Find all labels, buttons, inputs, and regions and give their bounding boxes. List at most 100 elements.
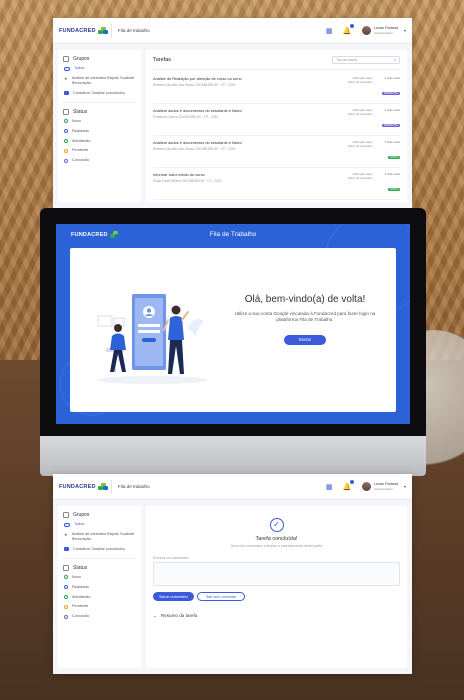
status-label: Concluído — [72, 158, 90, 163]
status-item-realizado[interactable]: Realizado — [64, 585, 136, 590]
notification-bell-icon[interactable]: 🔔 — [342, 479, 355, 492]
sidebar-item-contratos[interactable]: Contratos / Análise (concluído) — [64, 91, 136, 96]
status-label: Pendente — [72, 148, 89, 153]
sidebar-item-label: Contratos / Análise (concluído) — [73, 90, 125, 95]
fundacred-logo[interactable]: FUNDACRED — [59, 483, 108, 490]
topbar: FUNDACRED Fila de trabalho ▦ 🔔 Lucas Fon… — [53, 474, 412, 500]
task-row[interactable]: Analisar dados e documentos do estudante… — [153, 104, 400, 136]
groups-title: Grupos — [73, 512, 90, 518]
task-complete-screen: FUNDACRED Fila de trabalho ▦ 🔔 Lucas Fon… — [53, 474, 412, 674]
groups-header: Grupos — [63, 56, 136, 62]
task-time: 2 dias atrás — [384, 76, 400, 80]
select-placeholder: Tipo de tarefa — [336, 58, 357, 62]
tasks-title: Tarefas — [153, 57, 172, 63]
divider — [63, 101, 136, 103]
sidebar-item-renovacao[interactable]: ★ Análise de contratos Rápido Sudeste Ren… — [64, 532, 136, 542]
welcome-block: Olá, bem-vindo(a) de volta! Utilize a su… — [230, 294, 380, 346]
status-label: Novo — [72, 574, 81, 579]
groups-header: Grupos — [63, 512, 136, 518]
status-title: Status — [73, 564, 88, 571]
page-title: Fila de trabalho — [118, 28, 150, 33]
task-done-panel: ✓ Tarefa concluída! Deixe um comentário … — [146, 506, 407, 668]
login-illustration — [97, 294, 207, 384]
task-summary-toggle[interactable]: ⌄ Resumo da tarefa — [153, 613, 400, 619]
logo-text: FUNDACRED — [59, 483, 96, 490]
notification-bell-icon[interactable]: 🔔 — [342, 23, 355, 36]
skip-comment-button[interactable]: Sair sem comentar — [196, 592, 246, 601]
sidebar-item-todos[interactable]: Todos — [64, 66, 136, 71]
status-item-concluido[interactable]: Concluído — [64, 614, 136, 619]
notification-badge — [350, 23, 355, 28]
avatar — [362, 482, 372, 491]
sidebar-item-contratos[interactable]: Contratos / Análise (concluído) — [64, 547, 136, 552]
task-type-select[interactable]: Tipo de tarefa ▾ — [332, 56, 400, 64]
status-item-pendente[interactable]: Pendente — [64, 604, 136, 609]
task-list-screen: FUNDACRED Fila de trabalho ▦ 🔔 Lucas Fon… — [53, 18, 412, 208]
status-dot-icon — [64, 118, 68, 123]
task-subtitle: Roberto Carvalho dos Santos 220.598.890-… — [153, 147, 236, 151]
status-dot-icon — [64, 138, 68, 143]
status-dot-icon — [64, 128, 68, 133]
sidebar: Grupos Todos ★ Análise de contratos Rápid… — [58, 50, 141, 202]
status-item-atendendo[interactable]: Atendendo — [64, 595, 136, 600]
enter-button[interactable]: Entrar — [284, 335, 326, 346]
chevron-down-icon: ▾ — [403, 484, 406, 489]
star-icon: ★ — [64, 75, 68, 81]
save-comment-button[interactable]: Salvar comentário — [153, 592, 194, 601]
assigned-sector: Setor de Ascrição — [347, 176, 372, 181]
status-icon — [63, 564, 69, 571]
done-subtitle: Deixe um comentário e finalize o preench… — [230, 544, 323, 548]
sidebar-item-label: Análise de contratos Rápido Sudeste Reno… — [71, 75, 135, 85]
task-subtitle: Fernando Guerra 220.598.890-90 · 1TI · 2… — [153, 115, 219, 119]
apps-grid-icon[interactable]: ▦ — [324, 26, 334, 36]
status-item-pendente[interactable]: Pendente — [64, 148, 136, 153]
sidebar-item-todos[interactable]: Todos — [64, 522, 136, 527]
user-role: Administrador — [374, 30, 393, 35]
status-dot-icon — [64, 594, 68, 599]
task-row[interactable]: Análise de Reabição por atenção de curso… — [153, 72, 400, 104]
status-dot-icon — [64, 158, 68, 163]
sidebar-item-renovacao[interactable]: ★ Análise de contratos Rápido Sudeste Ren… — [64, 76, 136, 86]
status-label: Atendendo — [72, 138, 91, 143]
welcome-subtitle: Utilize a sua conta Google vinculada à F… — [234, 311, 376, 323]
user-menu[interactable]: Lucas Fontana Administrador ▾ — [362, 26, 406, 35]
task-subtitle: Roberto Carvalho dos Santos 220.598.890-… — [153, 83, 236, 87]
status-dot-icon — [64, 584, 68, 589]
status-item-novo[interactable]: Novo — [64, 119, 136, 124]
logo-text: FUNDACRED — [59, 27, 96, 34]
apps-grid-icon[interactable]: ▦ — [324, 482, 334, 492]
chevron-down-icon: ▾ — [394, 58, 396, 62]
status-item-realizado[interactable]: Realizado — [64, 129, 136, 134]
task-panel: Tarefas Tipo de tarefa ▾ Análise de Reabi… — [146, 50, 407, 202]
status-dot-icon — [64, 574, 68, 579]
status-label: Realizado — [72, 584, 89, 589]
groups-icon — [63, 512, 69, 518]
task-assignment: Atribuído para Setor de Ascrição — [322, 172, 372, 195]
groups-title: Grupos — [73, 56, 90, 62]
fundacred-logo[interactable]: FUNDACRED — [59, 27, 108, 34]
status-label: Concluído — [72, 614, 90, 619]
assigned-sector: Setor de Ascrição — [347, 80, 372, 85]
task-row[interactable]: Analisar dados e documentos do estudante… — [153, 136, 400, 168]
comment-field[interactable] — [153, 562, 400, 586]
task-title: Informar valor médio do curso — [153, 172, 205, 177]
comment-label: Escreva um comentário — [153, 556, 189, 560]
task-assignment: Atribuído para Setor de Ascrição — [322, 76, 372, 99]
status-item-novo[interactable]: Novo — [64, 575, 136, 580]
status-label: Realizado — [72, 128, 89, 133]
task-row[interactable]: Informar valor médio do curso Paulo Faria… — [153, 168, 400, 200]
status-item-atendendo[interactable]: Atendendo — [64, 139, 136, 144]
star-icon: ★ — [64, 531, 68, 537]
status-item-concluido[interactable]: Concluído — [64, 158, 136, 163]
login-card: Olá, bem-vindo(a) de volta! Utilize a su… — [70, 248, 396, 412]
divider — [111, 479, 112, 494]
task-row[interactable]: Analisar comprovação de renda do fiadorR… — [153, 200, 400, 202]
status-badge: PENDENTE — [381, 92, 400, 95]
monitor-chin — [40, 436, 426, 476]
user-menu[interactable]: Lucas Fontana Administrador ▾ — [362, 482, 406, 491]
summary-label: Resumo da tarefa — [160, 613, 198, 618]
logo-mark-icon — [97, 483, 108, 490]
user-role: Administrador — [374, 486, 393, 491]
avatar — [362, 26, 372, 35]
all-icon — [64, 66, 70, 71]
